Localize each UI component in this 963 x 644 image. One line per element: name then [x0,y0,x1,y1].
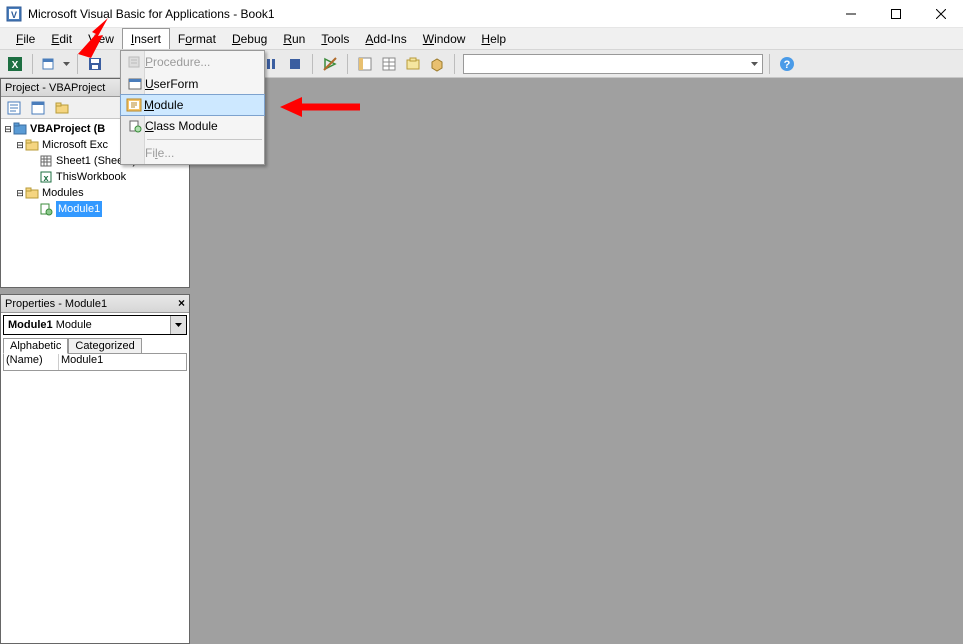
property-key: (Name) [4,354,59,370]
view-excel-button[interactable]: X [4,53,26,75]
collapse-icon[interactable]: ⊟ [3,121,13,137]
close-button[interactable] [918,0,963,28]
window-title: Microsoft Visual Basic for Applications … [28,7,828,21]
menu-window[interactable]: Window [415,28,474,49]
insert-dropdown-menu: Procedure... UserForm Module Class Modul… [120,50,265,165]
annotation-arrow-insert [78,18,128,58]
maximize-button[interactable] [873,0,918,28]
workbook-icon: x [39,170,53,184]
menu-item-procedure: Procedure... [121,51,264,73]
tree-item-label-selected: Module1 [56,201,102,217]
menu-item-classmodule[interactable]: Class Module [121,115,264,137]
menu-item-userform[interactable]: UserForm [121,73,264,95]
property-row[interactable]: (Name) Module1 [4,354,186,370]
tree-root-label: VBAProject (B [30,121,105,137]
module-icon [124,97,144,113]
properties-button[interactable] [378,53,400,75]
userform-icon [125,76,145,92]
object-browser-button[interactable] [402,53,424,75]
procedure-icon [125,54,145,70]
menu-help[interactable]: Help [473,28,514,49]
menu-item-module[interactable]: Module [120,94,265,116]
tree-folder-label: Microsoft Exc [42,137,108,153]
tab-alphabetic[interactable]: Alphabetic [3,338,68,354]
menu-edit[interactable]: Edit [43,28,80,49]
menu-tools[interactable]: Tools [313,28,357,49]
svg-text:X: X [12,60,19,71]
classmodule-icon [125,118,145,134]
project-explorer-title-text: Project - VBAProject [5,82,105,94]
properties-pane: Properties - Module1 × Module1 Module Al… [0,294,190,644]
folder-icon [25,138,39,152]
sheet-icon [39,154,53,168]
folder-icon [25,186,39,200]
menu-format[interactable]: Format [170,28,224,49]
module-icon [39,202,53,216]
properties-tabs: Alphabetic Categorized [3,337,187,353]
properties-title: Properties - Module1 × [1,295,189,313]
object-selector[interactable]: Module1 Module [3,315,187,335]
svg-text:?: ? [784,59,791,71]
collapse-icon[interactable]: ⊟ [15,185,25,201]
annotation-arrow-module [280,95,360,119]
menu-file[interactable]: File [8,28,43,49]
insert-dropdown-button[interactable] [39,53,61,75]
tree-item-module1[interactable]: Module1 [3,201,187,217]
menu-run[interactable]: Run [275,28,313,49]
toggle-folders-button[interactable] [51,97,73,119]
reset-button[interactable] [284,53,306,75]
menu-addins[interactable]: Add-Ins [357,28,414,49]
svg-text:x: x [43,173,48,183]
menu-item-file: File... [121,142,264,164]
tree-folder-modules[interactable]: ⊟ Modules [3,185,187,201]
project-icon [13,122,27,136]
toolbar-separator [312,54,313,74]
view-object-button[interactable] [27,97,49,119]
toolbar-separator [347,54,348,74]
menu-debug[interactable]: Debug [224,28,275,49]
toolbar-separator [32,54,33,74]
collapse-icon[interactable]: ⊟ [15,137,25,153]
menu-insert[interactable]: Insert [122,28,170,49]
properties-title-text: Properties - Module1 [5,298,107,310]
tree-item-label: ThisWorkbook [56,169,126,185]
position-combo[interactable] [463,54,763,74]
app-icon: V [6,6,22,22]
toolbar-separator [454,54,455,74]
close-icon[interactable]: × [178,296,185,310]
mdi-client-area [190,78,963,644]
dropdown-arrow-icon[interactable] [170,316,186,334]
view-code-button[interactable] [3,97,25,119]
menu-separator [147,139,262,140]
toolbox-button[interactable] [426,53,448,75]
tab-categorized[interactable]: Categorized [68,338,141,354]
menu-bar: File Edit View Insert Format Debug Run T… [0,28,963,50]
property-value[interactable]: Module1 [59,354,186,370]
help-button[interactable]: ? [776,53,798,75]
toolbar-separator [769,54,770,74]
object-name: Module1 [8,319,53,331]
title-bar: V Microsoft Visual Basic for Application… [0,0,963,28]
minimize-button[interactable] [828,0,873,28]
design-mode-button[interactable] [319,53,341,75]
properties-grid: (Name) Module1 [3,353,187,371]
svg-text:V: V [11,10,17,20]
tree-folder-label: Modules [42,185,84,201]
object-type: Module [56,319,92,331]
window-controls [828,0,963,27]
dropdown-arrow-icon[interactable] [63,62,71,66]
tree-item-thisworkbook[interactable]: x ThisWorkbook [3,169,187,185]
project-explorer-button[interactable] [354,53,376,75]
